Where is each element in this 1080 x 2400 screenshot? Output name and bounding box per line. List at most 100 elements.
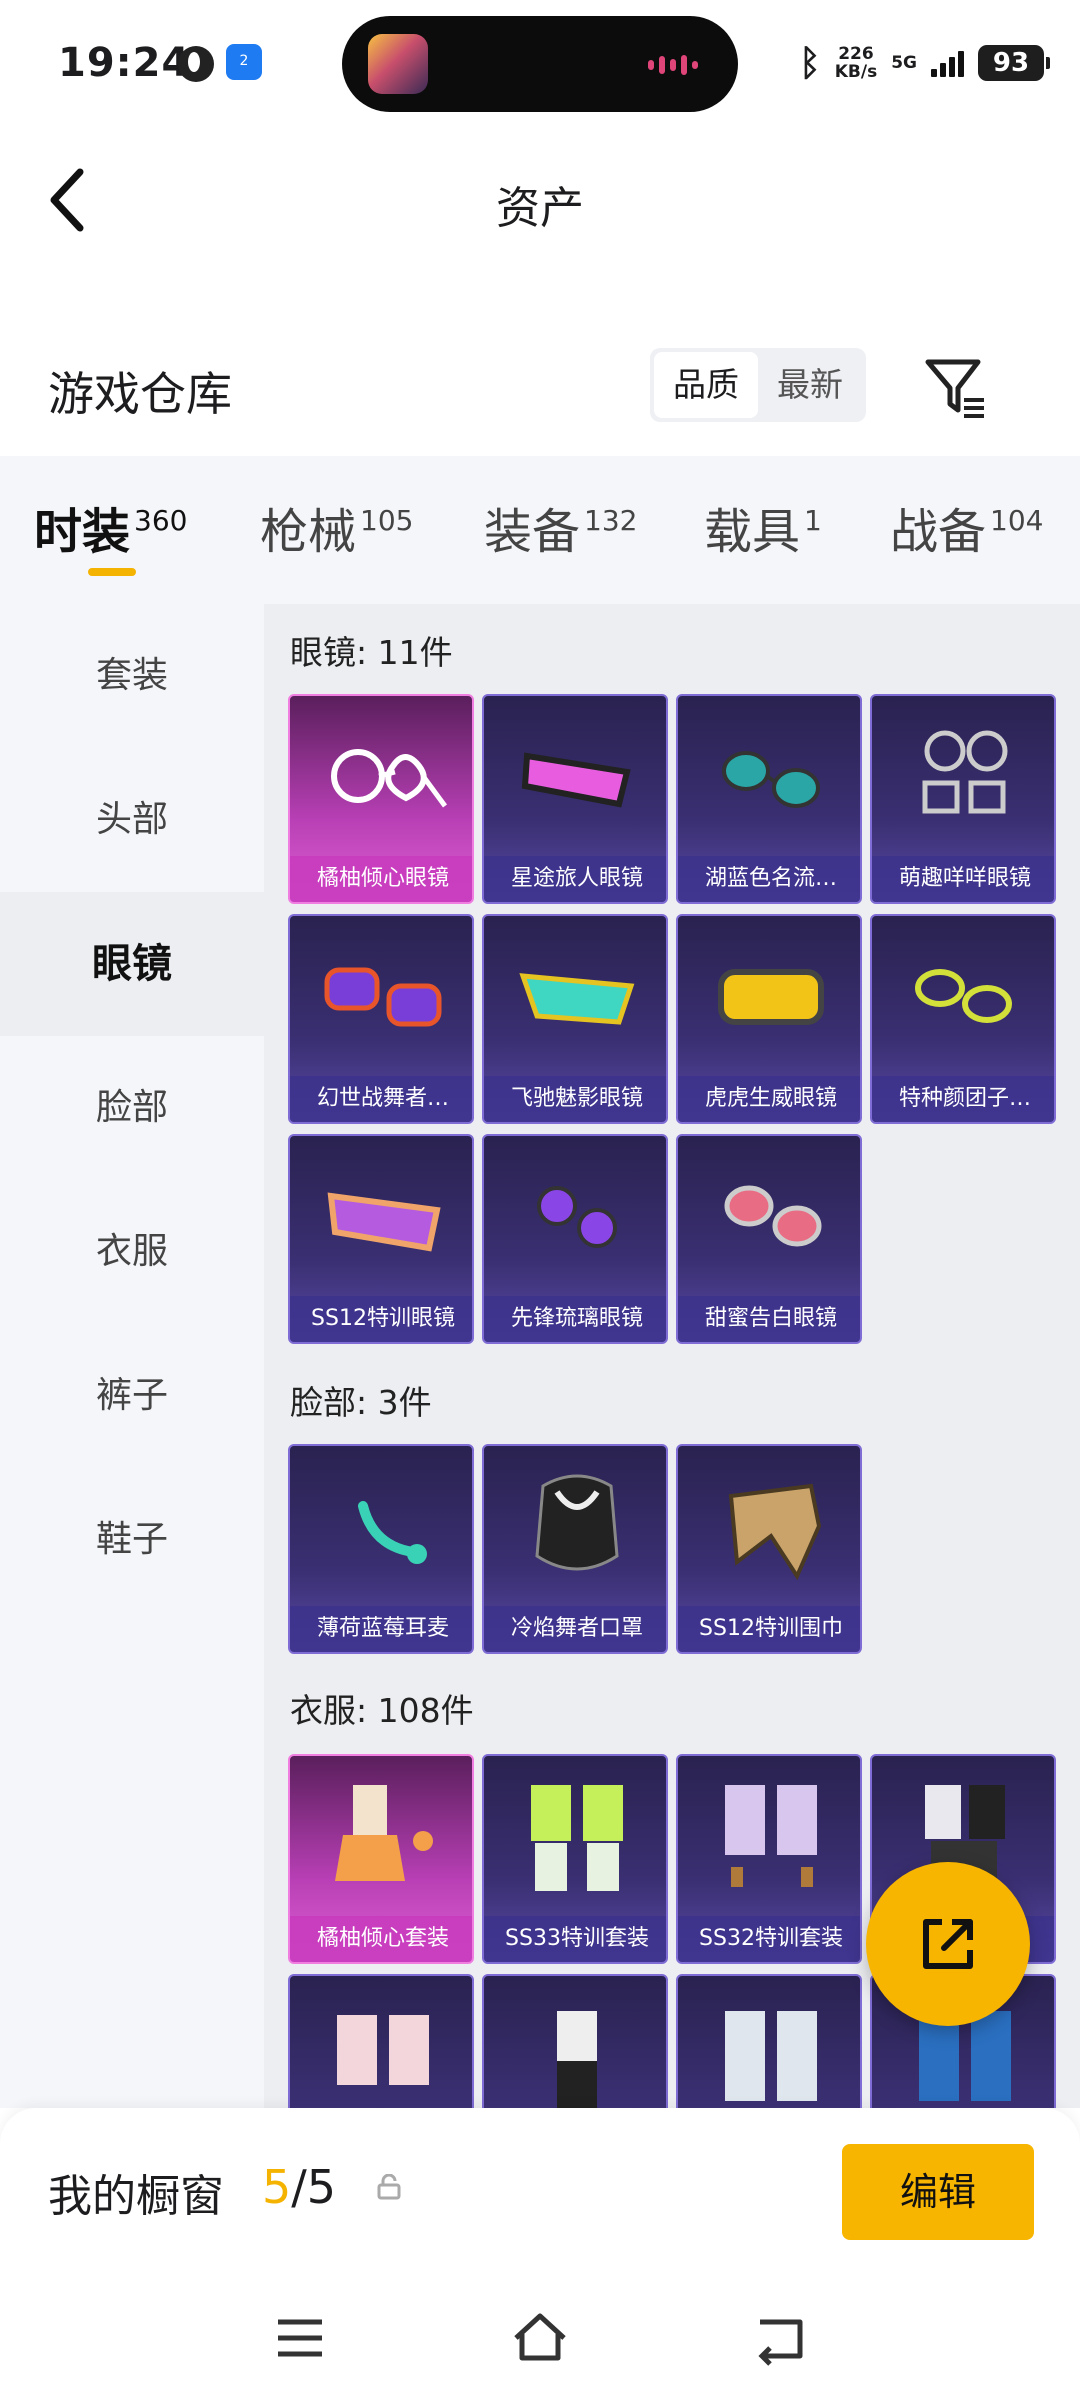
tab-active-indicator xyxy=(88,568,136,576)
page-title: 资产 xyxy=(496,183,584,234)
item-label: 橘柚倾心眼镜 xyxy=(290,856,472,902)
sunglasses-icon xyxy=(678,1136,860,1296)
ski-goggles-icon xyxy=(678,916,860,1076)
item-card[interactable]: 甜蜜告白眼镜 xyxy=(676,1134,862,1344)
visor-icon xyxy=(484,916,666,1076)
glasses-icon xyxy=(872,916,1054,1076)
warehouse-header: 游戏仓库 品质 最新 xyxy=(0,330,1080,450)
item-card[interactable]: SS12特训围巾 xyxy=(676,1444,862,1654)
item-card[interactable]: 星途旅人眼镜 xyxy=(482,694,668,904)
status-bar: 19:24 2 ᛒ 226 KB/s 5G 93 xyxy=(0,0,1080,130)
sunglasses-icon xyxy=(678,696,860,856)
showcase-panel: 我的橱窗 5/5 编辑 xyxy=(0,2108,1080,2400)
item-label: 飞驰魅影眼镜 xyxy=(484,1076,666,1122)
item-card[interactable]: SS33特训套装 xyxy=(482,1754,668,1964)
item-card[interactable]: 湖蓝色名流… xyxy=(676,694,862,904)
item-card[interactable]: 幻世战舞者… xyxy=(288,914,474,1124)
globe-icon xyxy=(178,46,214,82)
item-card[interactable]: 橘柚倾心眼镜 xyxy=(288,694,474,904)
item-card[interactable]: 先锋琉璃眼镜 xyxy=(482,1134,668,1344)
share-button[interactable] xyxy=(866,1862,1030,2026)
item-label: 湖蓝色名流… xyxy=(678,856,860,902)
section-title-clothes: 衣服: 108件 xyxy=(290,1691,474,1730)
sunglasses-icon xyxy=(484,1136,666,1296)
glasses-icon xyxy=(872,696,1054,856)
item-card[interactable]: 冷焰舞者口罩 xyxy=(482,1444,668,1654)
menu-icon[interactable] xyxy=(270,2308,330,2368)
item-card[interactable]: 飞驰魅影眼镜 xyxy=(482,914,668,1124)
sort-option-quality[interactable]: 品质 xyxy=(654,352,758,418)
side-item-head[interactable]: 头部 xyxy=(0,748,264,892)
net-speed: 226 KB/s xyxy=(834,44,878,82)
headset-icon xyxy=(290,1446,472,1606)
showcase-count: 5/5 xyxy=(262,2160,337,2214)
outfit-icon xyxy=(290,1976,472,2108)
side-item-sets[interactable]: 套装 xyxy=(0,604,264,748)
filter-icon xyxy=(925,359,984,418)
side-menu: 套装 头部 眼镜 脸部 衣服 裤子 鞋子 xyxy=(0,604,264,2108)
category-tabs: 时装 360 枪械 105 装备 132 载具 1 战备 104 xyxy=(0,456,1080,604)
item-card[interactable] xyxy=(482,1974,668,2108)
item-label: 虎虎生威眼镜 xyxy=(678,1076,860,1122)
item-card[interactable]: 橘柚倾心套装 xyxy=(288,1754,474,1964)
goggles-icon xyxy=(290,1136,472,1296)
item-card[interactable]: 虎虎生威眼镜 xyxy=(676,914,862,1124)
showcase-label: 我的橱窗 xyxy=(48,2171,224,2222)
item-card[interactable]: 特种颜团子… xyxy=(870,914,1056,1124)
edit-button[interactable]: 编辑 xyxy=(842,2144,1034,2240)
item-card[interactable] xyxy=(676,1974,862,2108)
filter-button[interactable] xyxy=(920,352,990,422)
status-indicators: ᛒ 226 KB/s 5G 93 xyxy=(799,38,1050,88)
status-time: 19:24 xyxy=(58,40,191,86)
sort-option-latest[interactable]: 最新 xyxy=(758,352,862,418)
item-label: 橘柚倾心套装 xyxy=(290,1916,472,1962)
outfit-icon xyxy=(484,1756,666,1916)
battery-icon: 93 xyxy=(978,45,1050,81)
item-label: 薄荷蓝莓耳麦 xyxy=(290,1606,472,1652)
section-title-glasses: 眼镜: 11件 xyxy=(290,633,453,672)
item-label: 先锋琉璃眼镜 xyxy=(484,1296,666,1342)
system-nav-bar xyxy=(0,2288,1080,2388)
sort-toggle: 品质 最新 xyxy=(650,348,866,422)
item-label: SS12特训眼镜 xyxy=(290,1296,472,1342)
tab-guns[interactable]: 枪械 105 xyxy=(260,492,413,562)
mask-icon xyxy=(484,1446,666,1606)
side-item-face[interactable]: 脸部 xyxy=(0,1036,264,1180)
tab-fashion[interactable]: 时装 360 xyxy=(34,492,187,562)
item-card[interactable] xyxy=(288,1974,474,2108)
nav-bar: 资产 xyxy=(0,130,1080,270)
item-card[interactable]: 萌趣咩咩眼镜 xyxy=(870,694,1056,904)
outfit-icon xyxy=(290,1756,472,1916)
item-label: 萌趣咩咩眼镜 xyxy=(872,856,1054,902)
outfit-icon xyxy=(678,1756,860,1916)
item-label: 星途旅人眼镜 xyxy=(484,856,666,902)
item-label: 幻世战舞者… xyxy=(290,1076,472,1122)
back-nav-icon[interactable] xyxy=(750,2308,810,2368)
tab-vehicles[interactable]: 载具 1 xyxy=(704,492,822,562)
item-card[interactable]: SS32特训套装 xyxy=(676,1754,862,1964)
tab-equipment[interactable]: 装备 132 xyxy=(484,492,637,562)
side-item-glasses[interactable]: 眼镜 xyxy=(0,892,264,1036)
dynamic-island[interactable] xyxy=(342,16,738,112)
side-item-shoes[interactable]: 鞋子 xyxy=(0,1468,264,1612)
item-card[interactable]: 薄荷蓝莓耳麦 xyxy=(288,1444,474,1654)
scarf-icon xyxy=(678,1446,860,1606)
warehouse-title: 游戏仓库 xyxy=(48,367,232,421)
item-label: 甜蜜告白眼镜 xyxy=(678,1296,860,1342)
notification-badge-icon: 2 xyxy=(226,44,262,80)
tab-gear[interactable]: 战备 104 xyxy=(890,492,1043,562)
signal-icon xyxy=(931,49,964,77)
audio-wave-icon xyxy=(648,54,708,75)
item-label: SS12特训围巾 xyxy=(678,1606,860,1652)
item-label: SS32特训套装 xyxy=(678,1916,860,1962)
outfit-icon xyxy=(484,1976,666,2108)
item-card[interactable]: SS12特训眼镜 xyxy=(288,1134,474,1344)
side-item-clothes[interactable]: 衣服 xyxy=(0,1180,264,1324)
home-icon[interactable] xyxy=(510,2308,570,2368)
side-item-pants[interactable]: 裤子 xyxy=(0,1324,264,1468)
share-icon xyxy=(923,1919,973,1969)
bluetooth-icon: ᛒ xyxy=(799,42,821,84)
goggles-icon xyxy=(484,696,666,856)
glasses-icon xyxy=(290,696,472,856)
section-title-face: 脸部: 3件 xyxy=(290,1383,432,1422)
